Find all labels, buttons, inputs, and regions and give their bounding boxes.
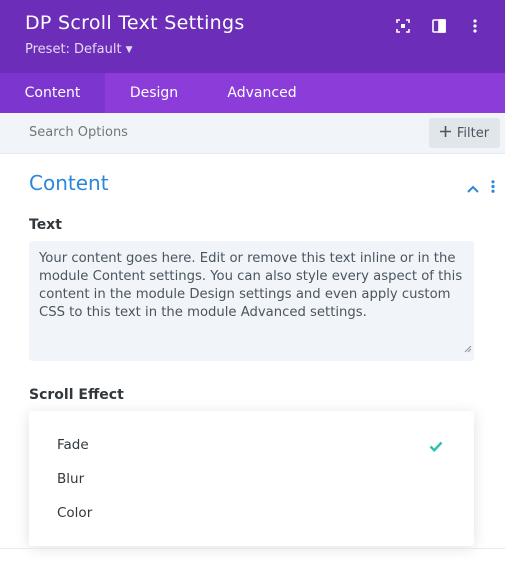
section-title[interactable]: Content: [29, 171, 109, 195]
divider: [0, 548, 505, 549]
settings-tabs: Content Design Advanced: [0, 73, 505, 113]
option-fade[interactable]: Fade: [57, 437, 89, 453]
text-content-field[interactable]: Your content goes here. Edit or remove t…: [29, 241, 474, 361]
scroll-effect-label: Scroll Effect: [29, 387, 124, 403]
text-content-value: Your content goes here. Edit or remove t…: [39, 251, 463, 320]
search-input[interactable]: [29, 125, 329, 140]
sidebar-toggle-icon[interactable]: [421, 16, 457, 36]
preset-label: Preset: Default: [25, 42, 122, 57]
chevron-up-icon[interactable]: [467, 178, 479, 197]
option-color[interactable]: Color: [57, 505, 92, 521]
plus-icon: [439, 125, 451, 141]
preset-selector[interactable]: Preset: Default ▼: [25, 42, 132, 57]
scroll-effect-dropdown: Fade Blur Color: [29, 411, 474, 546]
tab-advanced[interactable]: Advanced: [203, 73, 321, 113]
check-icon: [429, 437, 443, 456]
header-actions: [385, 16, 493, 36]
modal-title: DP Scroll Text Settings: [25, 12, 245, 34]
search-bar: Filter: [0, 113, 505, 153]
filter-button[interactable]: Filter: [429, 118, 500, 148]
tab-design[interactable]: Design: [105, 73, 203, 113]
settings-header: DP Scroll Text Settings Preset: Default ▼: [0, 0, 505, 73]
section-actions: [467, 178, 495, 197]
caret-down-icon: ▼: [125, 45, 133, 55]
content-panel: Content Text Your content goes here. Edi…: [0, 153, 505, 562]
more-vertical-icon[interactable]: [457, 16, 493, 36]
text-field-label: Text: [29, 217, 62, 233]
expand-icon[interactable]: [385, 16, 421, 36]
resize-handle-icon[interactable]: [464, 341, 472, 359]
filter-label: Filter: [456, 125, 490, 141]
option-blur[interactable]: Blur: [57, 471, 84, 487]
more-vertical-icon[interactable]: [491, 178, 495, 197]
tab-content[interactable]: Content: [0, 73, 105, 113]
